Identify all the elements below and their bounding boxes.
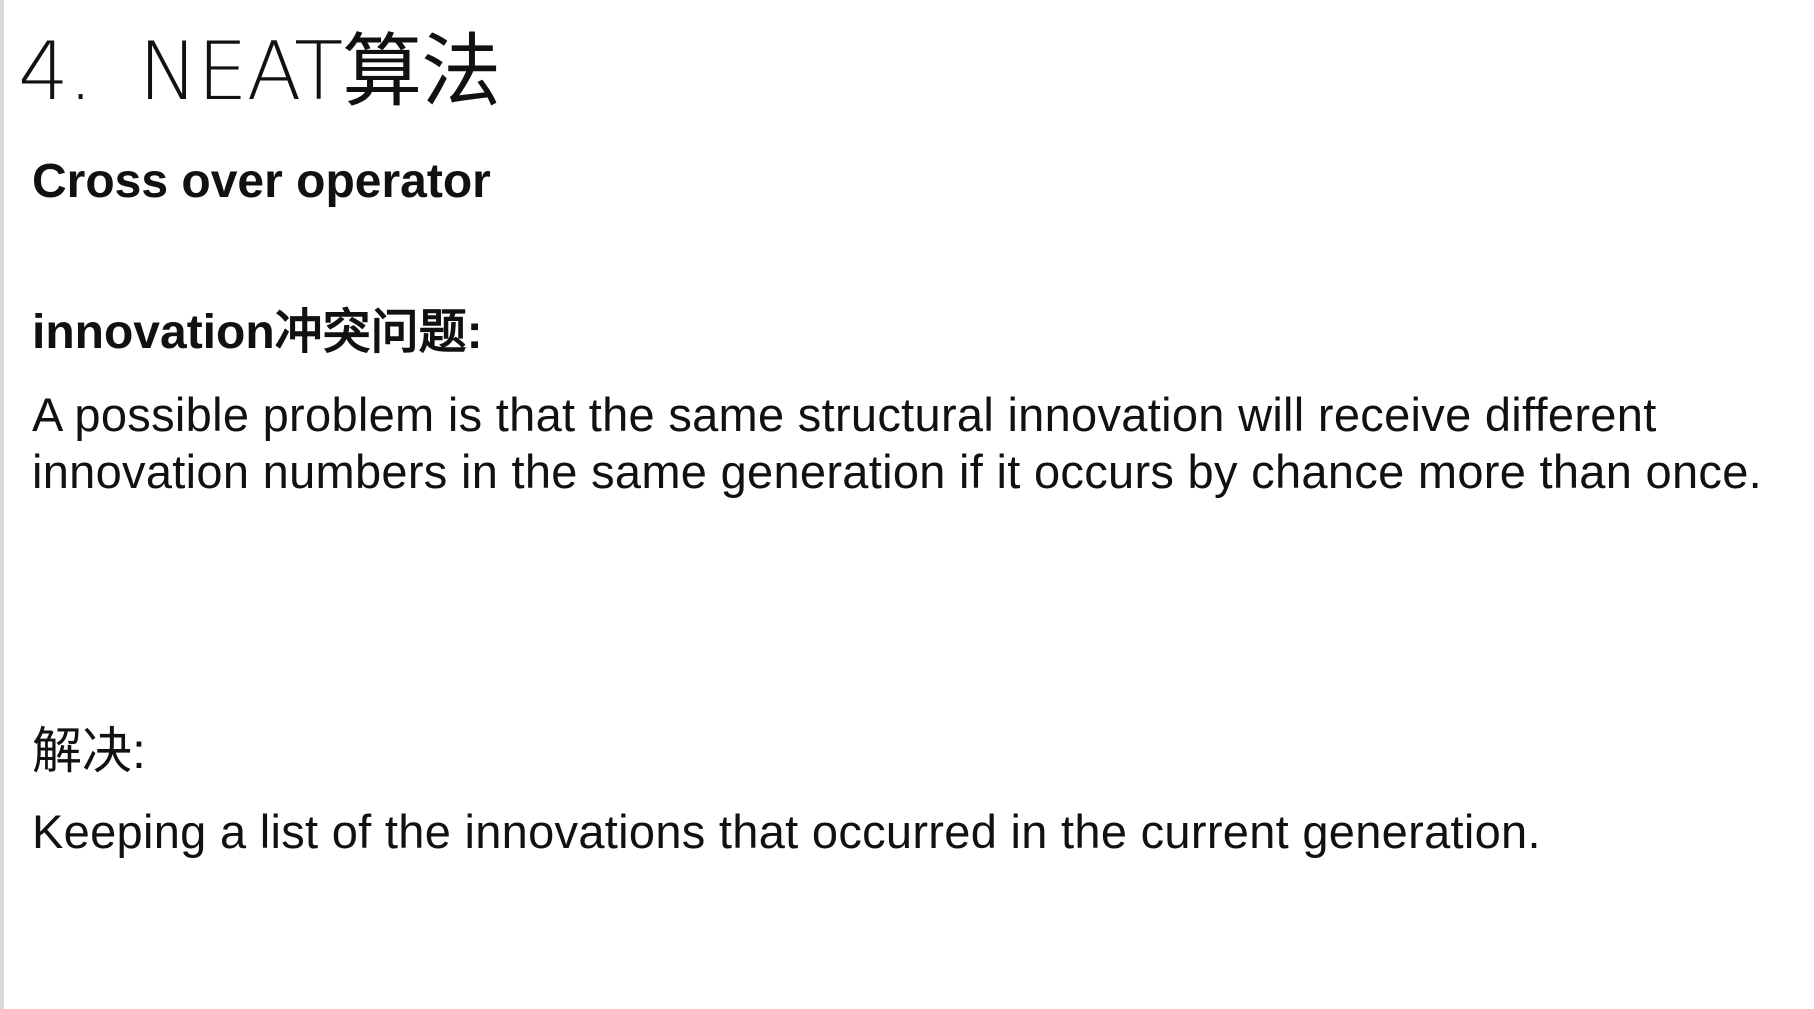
solution-heading: 解决: <box>32 723 146 779</box>
problem-heading: innovation冲突问题: <box>32 306 483 359</box>
slide-title: 4. NEAT算法 <box>18 25 501 118</box>
title-number: 4. <box>18 25 93 118</box>
problem-description: A possible problem is that the same stru… <box>32 388 1763 498</box>
solution-description: Keeping a list of the innovations that o… <box>32 805 1541 858</box>
slide-subtitle: Cross over operator <box>32 155 491 208</box>
slide: 4. NEAT算法 Cross over operator innovation冲… <box>0 0 1814 1009</box>
title-text: NEAT算法 <box>138 25 501 118</box>
